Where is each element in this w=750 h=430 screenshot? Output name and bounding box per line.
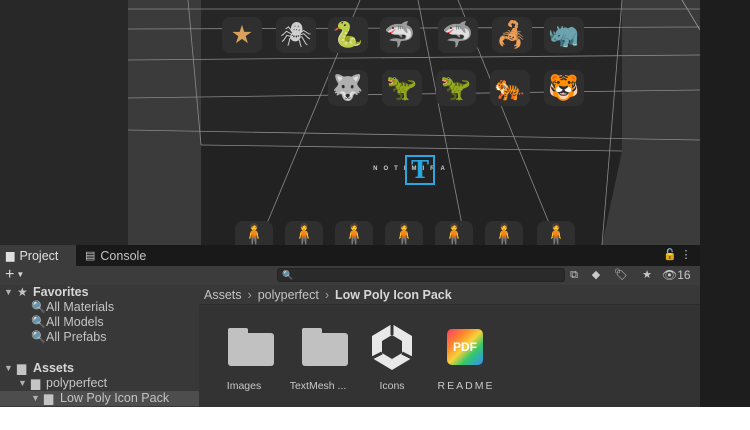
breadcrumb-item[interactable]: Assets [204, 288, 242, 302]
scorpion-icon[interactable]: 🦂 [492, 17, 532, 53]
right-panel [700, 0, 750, 407]
character-figure-icon[interactable]: 🧍 [385, 221, 423, 245]
panel-tab-bar: ▆ Project ▤ Console 🔓 ⋮ [0, 245, 700, 266]
breadcrumb: Assets › polyperfect › Low Poly Icon Pac… [199, 285, 700, 305]
folder-open-icon: ▆ [44, 391, 54, 405]
character-figure-icon[interactable]: 🧍 [335, 221, 373, 245]
folder-icon: ▆ [17, 361, 27, 375]
star-icon: ★ [17, 285, 28, 299]
tree-label: All Models [46, 315, 104, 329]
chevron-down-icon: ▼ [16, 270, 25, 279]
snake-icon[interactable]: 🐍 [328, 17, 368, 53]
tree-label: Low Poly Icon Pack [60, 391, 170, 405]
asset-grid: Images TextMesh ... Icons README PDF [199, 305, 700, 407]
hidden-count: 16 [677, 268, 691, 282]
wolf-icon[interactable]: 🐺 [328, 70, 368, 106]
tree-item-favorites[interactable]: ▼ ★ Favorites [0, 285, 199, 300]
asset-label: Icons [379, 380, 405, 392]
dinosaur-icon[interactable]: 🦖 [382, 70, 422, 106]
folder-icon [302, 328, 348, 366]
starfish-icon[interactable]: ★ [222, 17, 262, 53]
character-figure-icon[interactable]: 🧍 [285, 221, 323, 245]
character-figure-icon[interactable]: 🧍 [435, 221, 473, 245]
eye-slash-icon: 👁 [662, 268, 678, 282]
t-rex-head-icon[interactable]: 🦖 [436, 70, 476, 106]
asset-label: TextMesh ... [289, 380, 347, 392]
character-figure-icon[interactable]: 🧍 [485, 221, 523, 245]
breadcrumb-item[interactable]: polyperfect [258, 288, 319, 302]
tree-label: polyperfect [46, 376, 108, 390]
unity-editor: ★ 🕷 🐍 🦈 🦈 🦂 🦏 🐺 🦖 🦖 🐅 🐯 NOTIMIRA T 🧍 🧍 🧍… [0, 0, 750, 407]
asset-label: Images [226, 380, 262, 392]
tree-label: Favorites [33, 285, 89, 299]
folder-icon: ▆ [6, 250, 15, 262]
tree-label: All Prefabs [46, 330, 107, 344]
search-icon: 🔍 [31, 300, 46, 314]
search-input[interactable] [292, 269, 562, 281]
asset-label: README [437, 380, 495, 392]
asset-folder-textmesh[interactable]: TextMesh ... [280, 305, 356, 400]
great-white-shark-icon[interactable]: 🦈 [438, 17, 478, 53]
scene-viewport[interactable]: ★ 🕷 🐍 🦈 🦈 🦂 🦏 🐺 🦖 🦖 🐅 🐯 NOTIMIRA T 🧍 🧍 🧍… [128, 0, 700, 245]
textmesh-logo: NOTIMIRA T [365, 155, 459, 187]
tiger-icon[interactable]: 🐅 [490, 70, 530, 106]
chevron-down-icon: ▼ [4, 363, 13, 373]
tree-item-all-materials[interactable]: 🔍 All Materials [0, 300, 199, 315]
tab-project[interactable]: ▆ Project [0, 245, 76, 266]
tree-label: All Materials [46, 300, 115, 314]
create-button-label: + [5, 266, 15, 284]
shark-icon[interactable]: 🦈 [380, 17, 420, 53]
tree-item-assets[interactable]: ▼ ▆ Assets [0, 361, 199, 376]
character-figure-icon[interactable]: 🧍 [537, 221, 575, 245]
tab-project-label: Project [19, 248, 59, 263]
project-tree: ▼ ★ Favorites 🔍 All Materials 🔍 All Mode… [0, 285, 199, 407]
tiger-head-icon[interactable]: 🐯 [544, 70, 584, 106]
tab-console[interactable]: ▤ Console [85, 245, 165, 266]
unity-logo-icon [371, 324, 413, 370]
chevron-right-icon: › [247, 287, 252, 302]
folder-open-icon: ▆ [31, 376, 41, 390]
breadcrumb-current[interactable]: Low Poly Icon Pack [335, 288, 452, 302]
tree-item-all-models[interactable]: 🔍 All Models [0, 315, 199, 330]
filter-by-label-icon[interactable]: 🏷 [614, 268, 628, 282]
asset-folder-images[interactable]: Images [206, 305, 282, 400]
tree-item-polyperfect[interactable]: ▼ ▆ polyperfect [0, 376, 199, 391]
create-button[interactable]: + ▼ [5, 266, 24, 285]
spider-icon[interactable]: 🕷 [276, 17, 316, 53]
character-figure-icon[interactable]: 🧍 [235, 221, 273, 245]
search-icon: 🔍 [31, 330, 46, 344]
tab-console-label: Console [100, 248, 147, 263]
console-icon: ▤ [85, 250, 96, 262]
lock-icon[interactable]: 🔓 [663, 248, 677, 262]
chevron-down-icon: ▼ [31, 393, 40, 403]
logo-letter: T [405, 155, 435, 185]
tree-item-all-prefabs[interactable]: 🔍 All Prefabs [0, 330, 199, 345]
more-options-icon[interactable]: ⋮ [679, 248, 693, 262]
search-by-type-icon[interactable]: ⧉ [567, 268, 581, 282]
project-toolbar: + ▼ 🔍 ⧉ ◆ 🏷 ★ 👁16 [0, 266, 700, 285]
search-field[interactable]: 🔍 [277, 268, 565, 282]
chevron-down-icon: ▼ [18, 378, 27, 388]
rhino-icon[interactable]: 🦏 [544, 17, 584, 53]
chevron-down-icon: ▼ [4, 287, 13, 297]
chevron-right-icon: › [324, 287, 330, 302]
filter-by-type-icon[interactable]: ◆ [589, 268, 603, 282]
hidden-packages-toggle[interactable]: 👁16 [662, 268, 691, 282]
tree-item-low-poly-icon-pack[interactable]: ▼ ▆ Low Poly Icon Pack [0, 391, 199, 406]
search-icon: 🔍 [31, 315, 46, 329]
pdf-icon: PDF [447, 329, 483, 365]
tree-label: Assets [33, 361, 74, 375]
favorite-icon[interactable]: ★ [640, 268, 654, 282]
folder-icon [228, 328, 274, 366]
